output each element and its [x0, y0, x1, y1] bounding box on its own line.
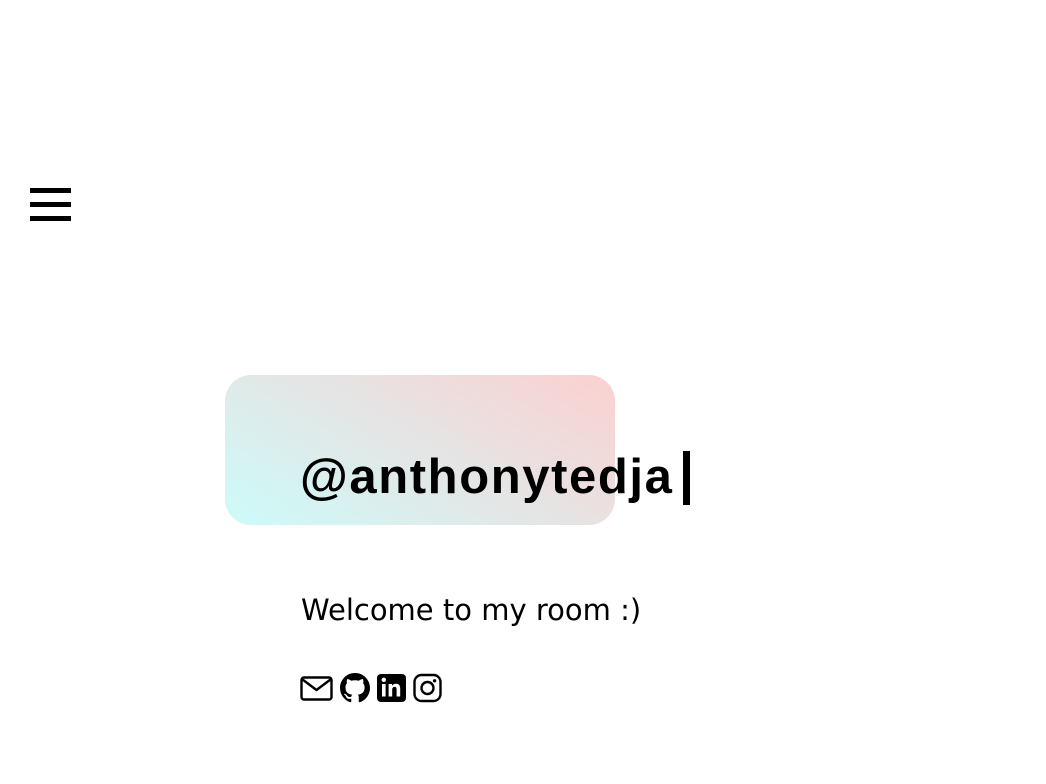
- instagram-link[interactable]: [413, 672, 442, 704]
- github-link[interactable]: [340, 672, 370, 704]
- envelope-icon: [300, 676, 333, 701]
- email-link[interactable]: [300, 672, 333, 704]
- welcome-text: Welcome to my room :): [301, 593, 642, 627]
- instagram-icon: [413, 673, 442, 703]
- page: @anthonytedja Welcome to my room :): [0, 0, 1046, 784]
- menu-bar-middle: [30, 202, 71, 207]
- linkedin-icon: [377, 674, 406, 702]
- menu-bar-top: [30, 188, 71, 193]
- handle-title: @anthonytedja: [300, 450, 674, 504]
- typing-cursor: [683, 451, 690, 505]
- linkedin-link[interactable]: [377, 672, 406, 704]
- github-icon: [340, 673, 370, 703]
- hamburger-menu-icon[interactable]: [30, 188, 71, 221]
- menu-bar-bottom: [30, 216, 71, 221]
